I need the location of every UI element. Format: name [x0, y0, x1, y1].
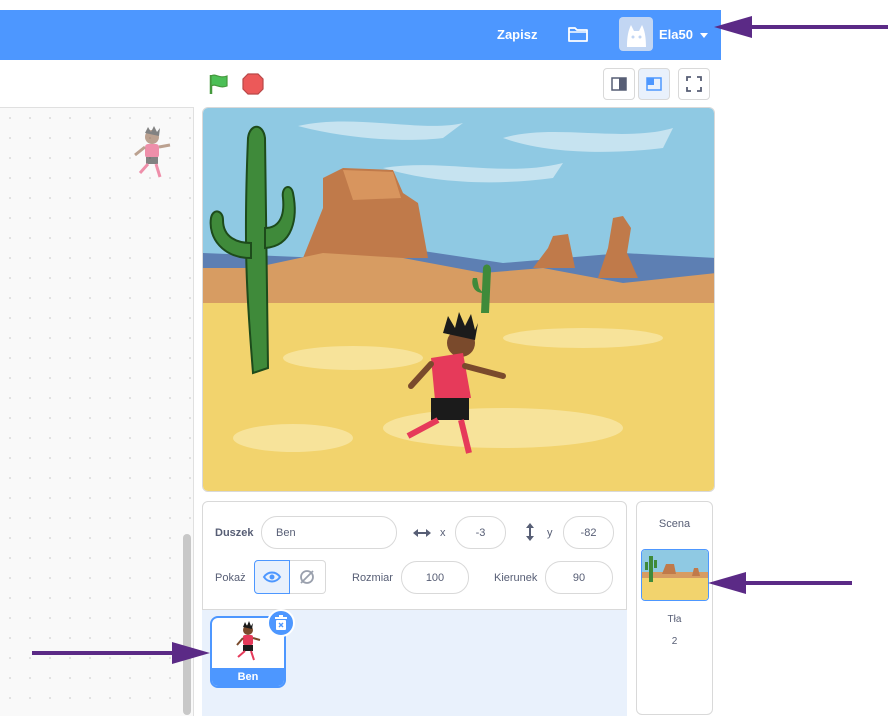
stop-icon[interactable] [241, 72, 265, 96]
sprite-name-label: Duszek [215, 527, 254, 539]
save-button[interactable]: Zapisz [497, 27, 537, 42]
pointer-arrow-icon [32, 642, 210, 664]
backdrops-label: Tła [667, 614, 682, 625]
x-label: x [440, 527, 446, 539]
backdrops-count: 2 [671, 636, 678, 647]
normal-stage-button[interactable] [638, 68, 670, 100]
size-input[interactable]: 100 [401, 561, 469, 594]
direction-value: 90 [572, 571, 586, 584]
fullscreen-button[interactable] [678, 68, 710, 100]
pointer-arrow-icon [708, 572, 852, 594]
sprite-tile-name: Ben [212, 668, 284, 686]
code-area-scrollbar[interactable] [183, 534, 191, 715]
horizontal-arrows-icon [413, 529, 431, 537]
normal-stage-icon [646, 77, 662, 91]
stage-pane-title: Scena [658, 518, 691, 530]
backdrop-thumbnail-image [642, 550, 708, 600]
y-label: y [547, 527, 553, 539]
small-stage-button[interactable] [603, 68, 635, 100]
sprite-name-input[interactable]: Ben [261, 516, 397, 549]
fullscreen-icon [686, 76, 702, 92]
y-input[interactable]: -82 [563, 516, 614, 549]
green-flag-icon[interactable] [207, 72, 231, 96]
size-label: Rozmiar [352, 572, 393, 584]
caret-down-icon[interactable] [700, 33, 708, 38]
vertical-arrows-icon [526, 523, 534, 541]
stage[interactable] [202, 107, 715, 492]
direction-label: Kierunek [494, 572, 538, 584]
show-hidden-button[interactable] [290, 560, 326, 594]
avatar-icon[interactable] [619, 17, 653, 51]
direction-input[interactable]: 90 [545, 561, 613, 594]
small-stage-icon [611, 77, 627, 91]
folder-icon[interactable] [566, 24, 590, 44]
menu-bar [0, 10, 721, 60]
x-value: -3 [475, 526, 486, 539]
x-input[interactable]: -3 [455, 516, 506, 549]
sprite-name-value: Ben [276, 526, 296, 539]
username-label[interactable]: Ela50 [659, 27, 693, 42]
desert-backdrop-image [203, 108, 714, 491]
pointer-arrow-icon [714, 16, 888, 38]
stage-thumbnail[interactable] [641, 549, 709, 601]
y-value: -82 [580, 526, 597, 539]
code-area-sprite-image [130, 125, 174, 181]
size-value: 100 [425, 571, 445, 584]
eye-hidden-icon [300, 570, 314, 584]
show-visible-button[interactable] [254, 560, 290, 594]
trash-icon [275, 615, 287, 630]
stage-pane[interactable]: Scena [636, 501, 713, 715]
delete-sprite-button[interactable] [267, 609, 295, 637]
eye-icon [262, 571, 282, 583]
code-area[interactable] [0, 107, 194, 716]
show-label: Pokaż [215, 572, 246, 584]
